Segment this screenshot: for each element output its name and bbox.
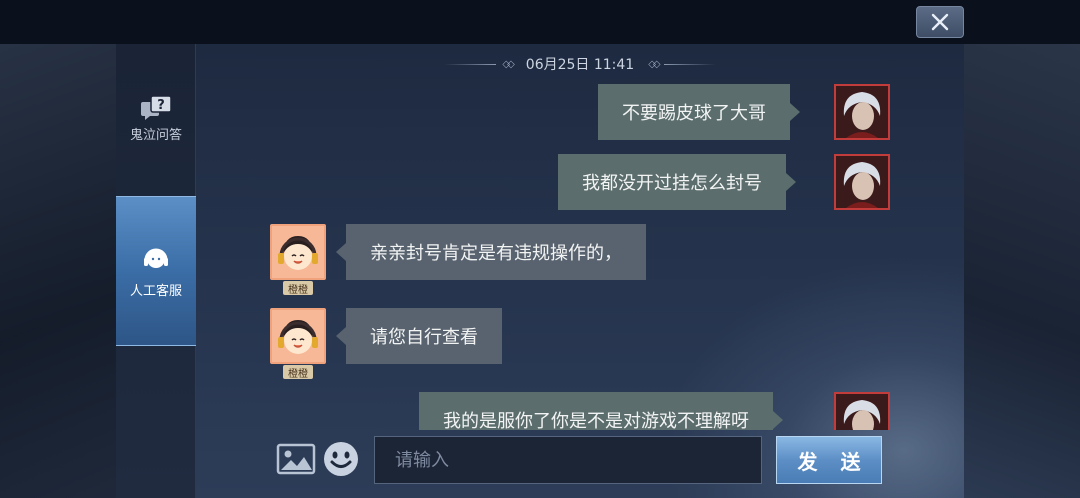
emoji-icon xyxy=(324,442,358,476)
message-text: 我的是服你了你是不是对游戏不理解呀 xyxy=(443,411,749,430)
message-composer: 发 送 xyxy=(196,430,964,498)
avatar-image xyxy=(272,226,324,278)
background-right xyxy=(964,44,1080,498)
sidebar-item-label: 人工客服 xyxy=(129,283,182,299)
message-bubble-player: 我的是服你了你是不是对游戏不理解呀 xyxy=(419,392,783,430)
sidebar-item-faq[interactable]: ? 鬼泣问答 xyxy=(116,92,196,148)
headset-agent-icon xyxy=(138,244,174,276)
player-avatar[interactable] xyxy=(834,154,890,210)
message-text: 我都没开过挂怎么封号 xyxy=(582,173,762,194)
background-left xyxy=(0,44,116,498)
message-bubble-agent: 请您自行查看 xyxy=(336,308,502,364)
agent-avatar[interactable] xyxy=(270,308,326,364)
sidebar-item-label: 鬼泣问答 xyxy=(129,128,182,143)
close-icon xyxy=(931,13,949,31)
emoji-button[interactable] xyxy=(322,440,360,478)
sidebar-item-human-service[interactable]: 人工客服 xyxy=(116,196,196,346)
message-bubble-agent: 亲亲封号肯定是有违规操作的， xyxy=(336,224,646,280)
avatar-image xyxy=(836,394,888,430)
send-button[interactable]: 发 送 xyxy=(776,436,882,484)
message-bubble-player: 我都没开过挂怎么封号 xyxy=(558,154,796,210)
avatar-image xyxy=(836,86,888,138)
message-text: 亲亲封号肯定是有违规操作的， xyxy=(370,243,622,264)
close-button[interactable] xyxy=(916,6,964,38)
player-avatar[interactable] xyxy=(834,392,890,430)
image-icon xyxy=(276,443,316,475)
customer-service-screen: ? 鬼泣问答 人工客服 ◇◇ 06月25日 11:41 ◇◇ 不要踢皮球了大哥 … xyxy=(0,0,1080,498)
sidebar: ? 鬼泣问答 人工客服 xyxy=(116,44,196,498)
question-chat-icon: ? xyxy=(138,92,174,124)
image-button[interactable] xyxy=(276,442,316,476)
avatar-image xyxy=(836,156,888,208)
message-text: 不要踢皮球了大哥 xyxy=(622,103,766,124)
message-bubble-player: 不要踢皮球了大哥 xyxy=(598,84,800,140)
message-list: 不要踢皮球了大哥 我都没开过挂怎么封号 橙橙 亲亲封号肯定是有违规操作的， 橙橙… xyxy=(196,44,964,430)
agent-avatar[interactable] xyxy=(270,224,326,280)
agent-name-tag: 橙橙 xyxy=(283,365,313,380)
agent-name-tag: 橙橙 xyxy=(283,281,313,296)
svg-text:?: ? xyxy=(157,98,165,113)
player-avatar[interactable] xyxy=(834,84,890,140)
avatar-image xyxy=(272,310,324,362)
message-input[interactable] xyxy=(374,436,762,484)
message-text: 请您自行查看 xyxy=(370,327,478,348)
